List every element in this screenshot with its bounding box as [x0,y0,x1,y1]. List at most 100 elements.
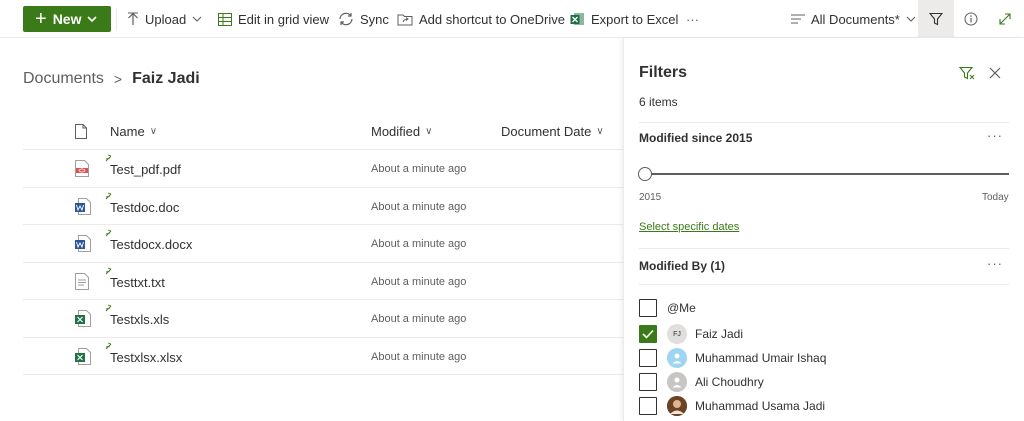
slider-start-label: 2015 [639,192,662,203]
date-slider-handle[interactable] [638,167,652,181]
avatar [667,348,687,368]
chevron-down-icon [192,16,202,22]
modified-column-header[interactable]: Modified ∨ [371,112,432,150]
filters-pane: Filters 6 items Modified since 2015 ··· … [623,38,1024,421]
chevron-down-icon [906,16,916,22]
person-photo-icon [667,396,687,416]
name-header-label: Name [110,123,145,139]
select-specific-dates-link[interactable]: Select specific dates [639,221,739,233]
person-option-usama[interactable]: Muhammad Usama Jadi [639,396,825,416]
table-row[interactable]: Testdocx.docx About a minute ago [23,225,623,263]
person-name: Muhammad Umair Ishaq [695,351,827,365]
new-item-icon [105,192,112,199]
checkbox[interactable] [639,373,657,391]
file-name[interactable]: Test_pdf.pdf [110,162,181,177]
doc-date-header-label: Document Date [501,123,592,139]
view-label: All Documents* [811,11,900,27]
expand-icon [999,13,1011,25]
file-name[interactable]: Testxlsx.xlsx [110,350,182,365]
chevron-down-icon [87,15,98,22]
table-row[interactable]: Testxlsx.xlsx About a minute ago [23,338,623,375]
section-divider [639,122,1009,123]
person-icon [672,353,682,364]
avatar-initials: FJ [673,330,681,338]
person-name: Ali Choudhry [695,375,764,389]
shortcut-label: Add shortcut to OneDrive [419,11,565,27]
new-item-icon [105,267,112,274]
modified-by-more-button[interactable]: ··· [987,256,1003,271]
section-divider [639,284,1009,285]
checkbox-checked[interactable] [639,325,657,343]
expand-button[interactable] [999,0,1017,38]
date-slider-track[interactable] [639,173,1009,175]
person-name: Muhammad Usama Jadi [695,399,826,413]
checkmark-icon [642,329,654,339]
checkbox[interactable] [639,349,657,367]
document-date-column-header[interactable]: Document Date ∨ [501,112,604,150]
file-name[interactable]: Testdocx.docx [110,237,192,252]
section-divider [639,248,1009,249]
table-row[interactable]: Testxls.xls About a minute ago [23,300,623,338]
command-bar: + New Upload Edit in grid view Sync Add … [0,0,1024,38]
add-shortcut-button[interactable]: Add shortcut to OneDrive [397,0,565,38]
export-excel-button[interactable]: Export to Excel [570,0,678,38]
person-option-me[interactable]: @Me [639,298,696,318]
checkbox[interactable] [639,397,657,415]
filters-title: Filters [639,64,688,81]
text-file-icon [75,272,89,290]
upload-label: Upload [145,11,187,27]
clear-filters-icon[interactable] [959,66,975,80]
file-name[interactable]: Testtxt.txt [110,275,165,290]
info-button[interactable] [964,0,984,38]
new-item-icon [105,304,112,312]
checkbox[interactable] [639,299,657,317]
grid-label: Edit in grid view [238,11,330,27]
view-selector[interactable]: All Documents* [791,0,922,38]
file-name[interactable]: Testxls.xls [110,312,169,327]
info-icon [964,12,978,26]
upload-button[interactable]: Upload [127,0,208,38]
table-row[interactable]: Testtxt.txt About a minute ago [23,263,623,300]
file-type-header[interactable] [75,112,87,150]
edit-grid-view-button[interactable]: Edit in grid view [218,0,329,38]
breadcrumb: Documents > Faiz Jadi [23,70,200,88]
modified-time: About a minute ago [371,275,467,288]
table-row[interactable]: Test_pdf.pdf About a minute ago [23,150,623,188]
person-option-umair[interactable]: Muhammad Umair Ishaq [639,348,826,368]
more-commands-button[interactable]: ··· [686,0,699,38]
sync-button[interactable]: Sync [338,0,389,38]
person-option-ali[interactable]: Ali Choudhry [639,372,764,392]
person-option-faiz-jadi[interactable]: FJ Faiz Jadi [639,324,743,344]
person-icon [672,377,682,388]
modified-header-label: Modified [371,123,421,139]
new-button[interactable]: + New [23,6,111,32]
more-icon: ··· [686,11,699,27]
avatar: FJ [667,324,687,344]
modified-time: About a minute ago [371,313,467,325]
new-label: New [52,11,82,27]
view-list-icon [791,14,805,24]
sync-label: Sync [360,11,389,27]
modified-time: About a minute ago [371,200,467,213]
list-header: Name ∨ Modified ∨ Document Date ∨ [23,112,623,150]
file-type-icon [75,123,87,139]
word-file-icon [75,197,91,215]
modified-more-button[interactable]: ··· [987,128,1003,143]
filter-pane-button[interactable] [918,0,954,38]
avatar-photo [667,396,687,416]
document-list: Name ∨ Modified ∨ Document Date ∨ Test_p… [23,112,623,375]
new-item-icon [105,154,112,162]
file-name[interactable]: Testdoc.doc [110,200,179,215]
avatar [667,372,687,392]
modified-time: About a minute ago [371,238,467,250]
pdf-file-icon [75,160,89,177]
person-name: Faiz Jadi [695,327,744,341]
modified-time: About a minute ago [371,350,467,363]
name-column-header[interactable]: Name ∨ [110,112,157,150]
grid-icon [218,12,232,26]
close-icon[interactable] [989,67,1001,79]
table-row[interactable]: Testdoc.doc About a minute ago [23,188,623,225]
breadcrumb-documents[interactable]: Documents [23,70,104,88]
modified-by-section-title: Modified By (1) [639,259,725,273]
excel-file-icon [75,310,91,327]
